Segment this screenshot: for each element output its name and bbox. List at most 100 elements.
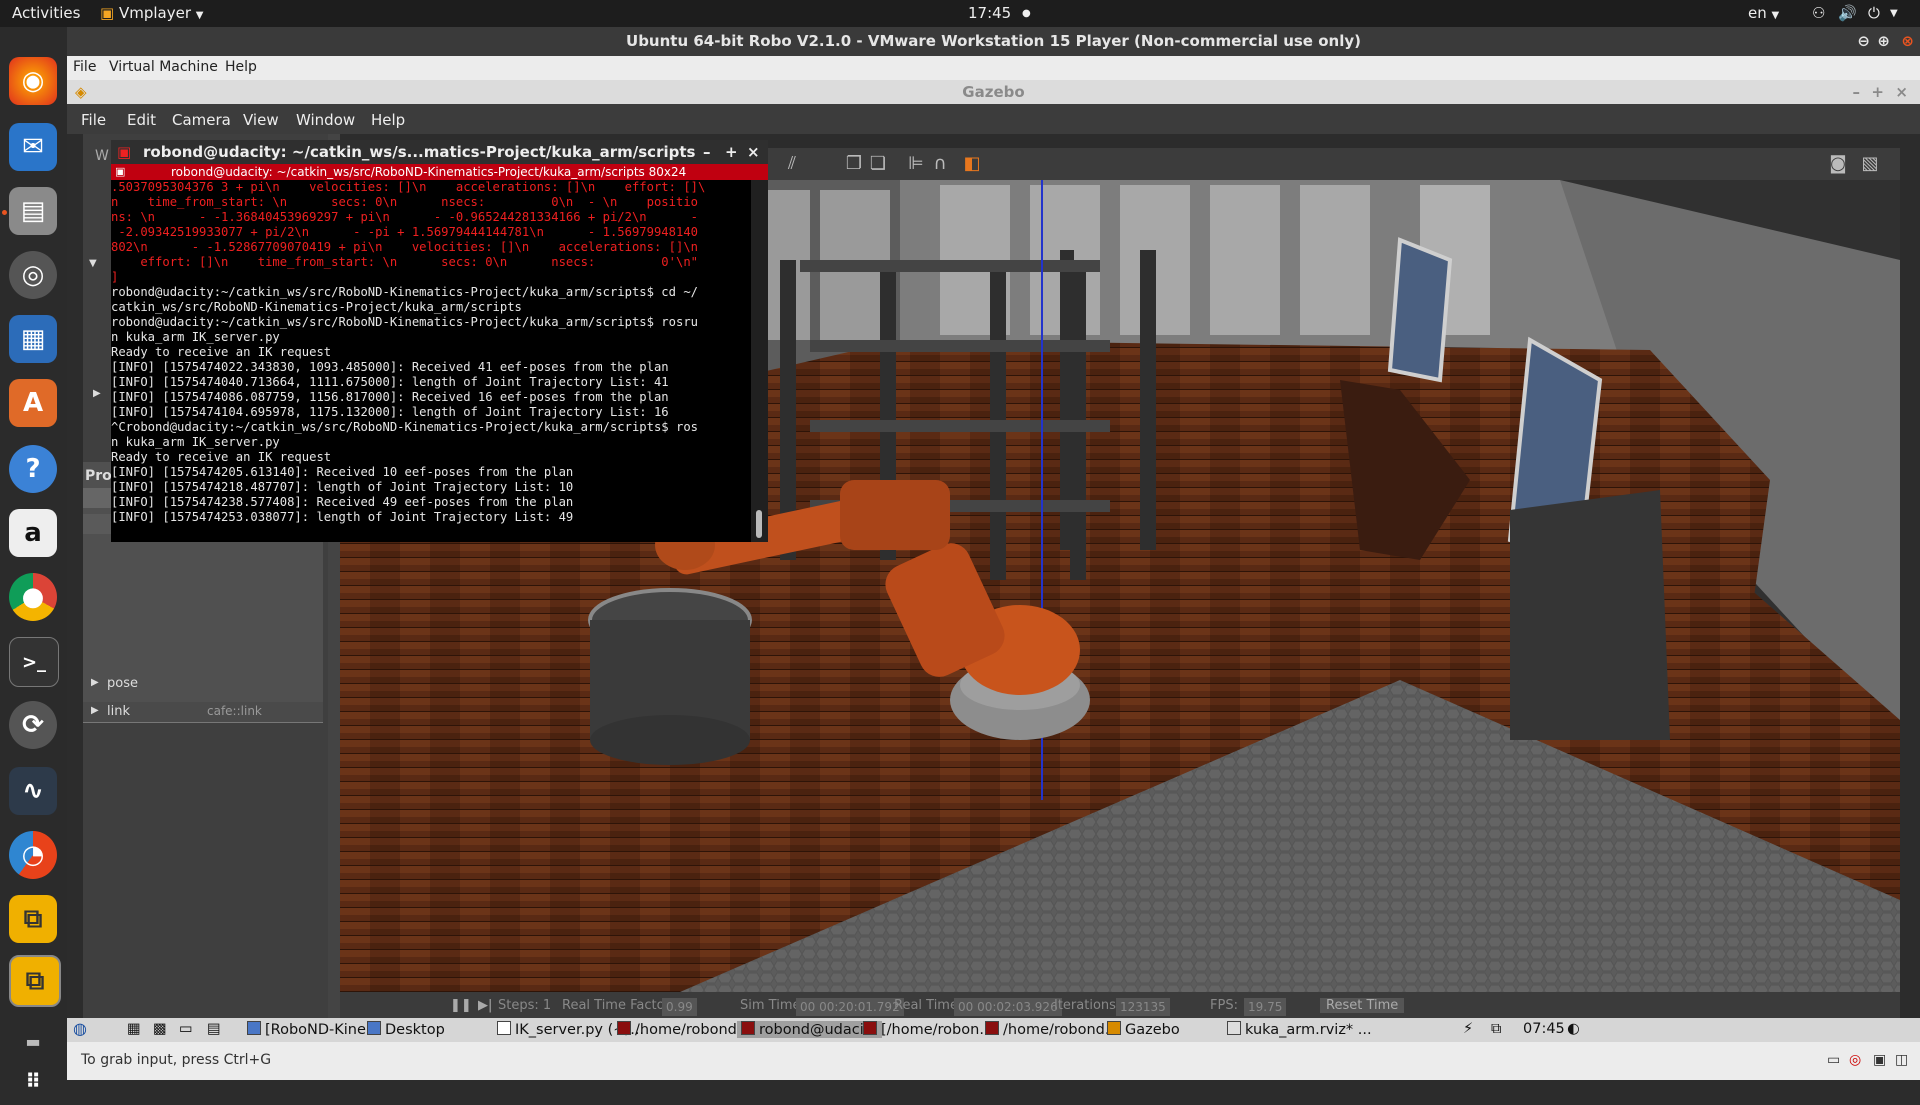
vmplayer-icon: ▣ [100,4,115,22]
terminal-line: robond@udacity:~/catkin_ws/src/RoboND-Ki… [111,285,698,299]
clock[interactable]: 17:45 [968,4,1011,22]
collapse-arrow-icon[interactable]: ▼ [89,258,97,269]
writer-icon[interactable]: ▦ [9,315,57,363]
terminal-line: [INFO] [1575474253.038077]: length of Jo… [111,510,574,524]
terminal-line: .5037095304376 3 + pi\n velocities: []\n… [111,180,706,194]
quicklaunch-icon[interactable]: ▤ [207,1021,221,1037]
taskbar-item[interactable]: [/home/robon... [863,1021,993,1038]
help-icon[interactable]: ? [9,445,57,493]
copy-icon[interactable]: ❐ [844,154,864,174]
menu-window[interactable]: Window [296,111,355,129]
rhythmbox-icon[interactable]: ◎ [9,251,57,299]
chrome-icon[interactable]: ● [9,573,57,621]
menu-help[interactable]: Help [225,59,257,75]
ubuntu-dock: ◉ ✉ ▤ ◎ ▦ A ? a ● >_ ⟳ ∿ ◔ ⧉ ⧉ ▬ ⠿ [0,27,67,1093]
gazebo-status-bar: ❚❚ ▶| Steps: 1 Real Time Factor: 0.99 Si… [340,992,1900,1020]
menu-help[interactable]: Help [371,111,405,129]
taskbar-item[interactable]: /home/robond... [617,1021,751,1038]
language-indicator[interactable]: en ▼ [1748,4,1779,22]
menu-camera[interactable]: Camera [172,111,231,129]
quicklaunch-icon[interactable]: ▦ [127,1021,141,1037]
power-icon[interactable]: ⏻ [1868,4,1880,22]
vmplayer-app-menu[interactable]: ▣ Vmplayer ▼ [100,4,203,22]
terminal-icon[interactable]: >_ [9,637,59,687]
screenshot-icon[interactable]: ◙ [1828,154,1848,174]
terminal-line: catkin_ws/src/RoboND-Kinematics-Project/… [111,300,522,314]
property-row-link[interactable]: ▶ link cafe::link [83,702,323,723]
align-icon[interactable]: ⊫ [906,154,926,174]
quicklaunch-icon[interactable]: ▩ [153,1021,167,1037]
expand-arrow-icon[interactable]: ▶ [93,388,101,399]
start-menu-icon[interactable]: ◍ [73,1019,87,1038]
gazebo-menu-bar: File Edit Camera View Window Help [67,104,1920,134]
volume-icon[interactable]: 🔊 [1838,4,1857,22]
world-tab[interactable]: W [95,148,109,164]
taskbar-item[interactable]: kuka_arm.rviz* ... [1227,1021,1372,1038]
terminal-tab-icon: ▣ [115,165,126,178]
minimize-icon[interactable]: ⊖ [1857,27,1870,56]
terminal-line: 802\n - -1.52867709070419 + pi\n velocit… [111,240,698,254]
view-angle-icon[interactable]: ◧ [962,154,982,174]
network-icon[interactable]: ⚇ [1812,4,1825,22]
record-log-icon[interactable]: ▧ [1860,154,1880,174]
translate-tool-icon[interactable]: ⫽ [782,154,802,174]
taskbar-item[interactable]: /home/robond... [985,1021,1119,1038]
chevron-down-icon[interactable]: ▼ [1890,8,1898,19]
menu-virtual-machine[interactable]: Virtual Machine [109,59,218,75]
amazon-icon[interactable]: a [9,509,57,557]
taskbar-item-active[interactable]: robond@udaci... [737,1021,882,1038]
paste-icon[interactable]: ❏ [868,154,888,174]
menu-view[interactable]: View [243,111,279,129]
terminal-line: [INFO] [1575474218.487707]: length of Jo… [111,480,574,494]
menu-file[interactable]: File [81,111,106,129]
device-icon[interactable]: ◎ [1849,1052,1861,1068]
system-monitor-icon[interactable]: ∿ [9,767,57,815]
expand-arrow-icon: ▶ [91,705,99,716]
close-icon[interactable]: ⊗ [1901,27,1914,56]
reset-time-button[interactable]: Reset Time [1320,998,1405,1013]
close-icon[interactable]: × [747,140,760,164]
vmware-icon[interactable]: ⧉ [9,955,61,1007]
device-icon[interactable]: ▣ [1873,1052,1886,1068]
taskbar-item[interactable]: Gazebo [1107,1021,1180,1038]
updater-icon[interactable]: ⟳ [9,701,57,749]
terminal-output[interactable]: .5037095304376 3 + pi\n velocities: []\n… [111,180,751,542]
device-icon[interactable]: ▭ [1827,1052,1840,1068]
menu-edit[interactable]: Edit [127,111,156,129]
taskbar-clock[interactable]: 07:45 [1523,1021,1565,1037]
terminal-line: ^Crobond@udacity:~/catkin_ws/src/RoboND-… [111,420,698,434]
maximize-icon[interactable]: ⊕ [1877,27,1890,56]
sound-tray-icon[interactable]: ◐ [1567,1021,1580,1037]
taskbar-item[interactable]: Desktop [367,1021,445,1038]
snap-icon[interactable]: ∩ [930,154,950,174]
minimize-icon[interactable]: – [1853,80,1861,104]
maximize-icon[interactable]: + [725,140,738,164]
terminal-tab[interactable]: ▣ robond@udacity: ~/catkin_ws/src/RoboND… [111,164,768,180]
firefox-icon[interactable]: ◉ [9,57,57,105]
pause-icon[interactable]: ❚❚ [450,998,472,1013]
activities-button[interactable]: Activities [12,4,80,22]
terminal-line: [INFO] [1575474022.343830, 1093.485000]:… [111,360,669,374]
quicklaunch-icon[interactable]: ▭ [179,1021,193,1037]
minimize-icon[interactable]: – [703,140,711,164]
step-icon[interactable]: ▶| [478,998,492,1013]
power-tray-icon[interactable]: ⚡ [1463,1021,1473,1037]
guest-taskbar: ◍ ▦ ▩ ▭ ▤ [RoboND-Kine... Desktop IK_ser… [67,1018,1920,1042]
thunderbird-icon[interactable]: ✉ [9,123,57,171]
terminal-scrollbar[interactable] [751,180,768,542]
software-center-icon[interactable]: A [9,379,57,427]
network-tray-icon[interactable]: ⧉ [1491,1021,1501,1037]
taskbar-item[interactable]: [RoboND-Kine... [247,1021,380,1038]
vmware-icon[interactable]: ⧉ [9,895,57,943]
show-applications-icon[interactable]: ⠿ [9,1057,57,1105]
scrollbar-thumb[interactable] [756,510,762,538]
vmware-status-bar: To grab input, press Ctrl+G ▭ ◎ ▣ ◫ [67,1042,1920,1080]
files-icon[interactable]: ▤ [9,187,57,235]
terminal-line: effort: []\n time_from_start: \n secs: 0… [111,255,698,269]
maximize-icon[interactable]: + [1871,80,1884,104]
close-icon[interactable]: × [1895,80,1908,104]
device-icon[interactable]: ◫ [1895,1052,1908,1068]
property-row-pose[interactable]: ▶ pose [83,676,323,694]
disk-usage-icon[interactable]: ◔ [9,831,57,879]
menu-file[interactable]: File [73,59,96,75]
